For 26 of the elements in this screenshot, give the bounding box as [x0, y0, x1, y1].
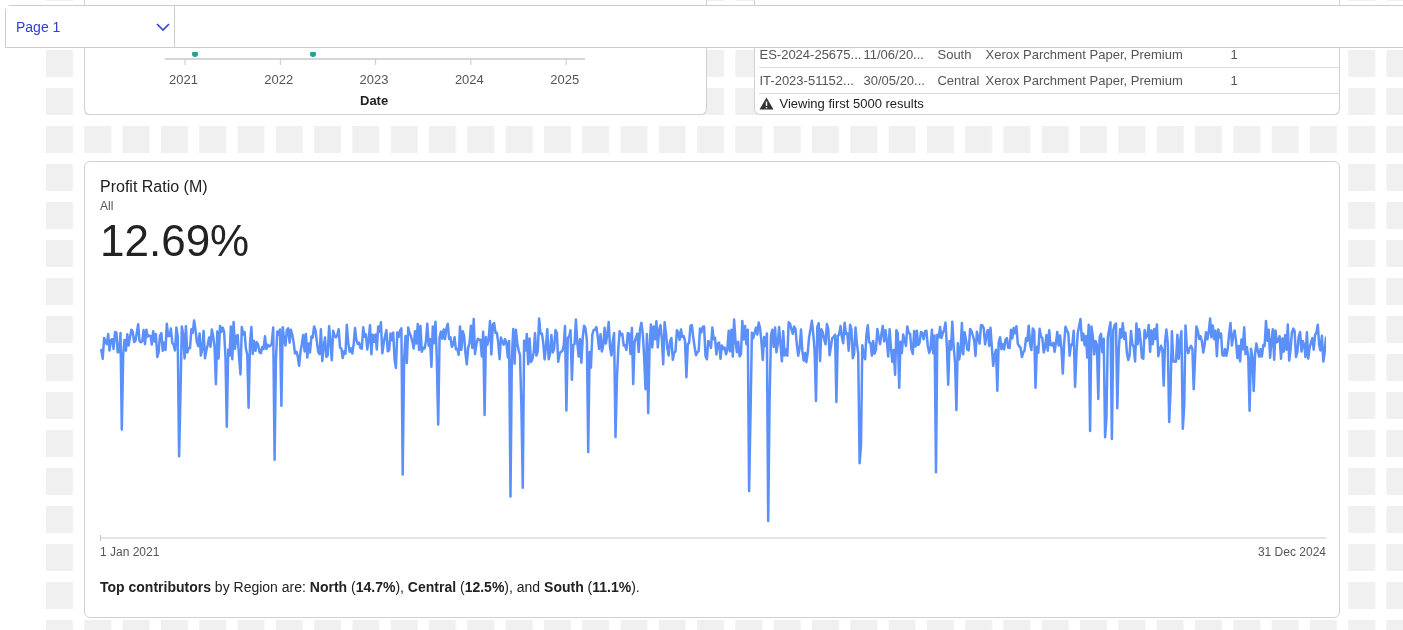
- table-cell-text: Xerox Parchment Paper, Premium: [985, 47, 1184, 62]
- metric-value: 12.69%: [100, 215, 251, 267]
- axis-label: 1 Jan 2021: [100, 545, 160, 559]
- table-cell-text: 11/06/20...: [863, 47, 925, 62]
- axis-title: Date: [360, 93, 390, 108]
- table-cell-text: 30/05/20...: [863, 73, 926, 88]
- summary-text: Top contributors by Region are: North (14.7%), Central (12.5%), and South (11.1%).: [100, 579, 641, 595]
- axis-tick-label: 2022: [264, 72, 295, 87]
- card-title: Profit Ratio (M): [100, 178, 209, 196]
- table-cell-text: Central: [937, 73, 981, 88]
- axis-tick-label: 2025: [550, 72, 581, 87]
- axis-tick-label: 2024: [454, 72, 485, 87]
- chevron-down-icon: [156, 22, 170, 31]
- table-cell-text: 1: [1230, 47, 1239, 62]
- page-dropdown[interactable]: Page 1: [6, 6, 175, 47]
- table-cell-text: 1: [1230, 73, 1239, 88]
- axis-label: 31 Dec 2024: [1257, 545, 1326, 559]
- table-cell-text: South: [937, 47, 973, 62]
- table-cell-text: Xerox Parchment Paper, Premium: [985, 73, 1184, 88]
- notice-text: Viewing first 5000 results: [779, 95, 924, 111]
- axis-tick-label: 2021: [169, 72, 199, 87]
- table-cell-text: IT-2023-51152...: [759, 73, 855, 88]
- table-cell-text: ES-2024-25675...: [759, 47, 863, 62]
- warning-icon: [759, 96, 775, 110]
- axis-tick-label: 2023: [359, 72, 390, 87]
- filter-label: All: [100, 199, 115, 213]
